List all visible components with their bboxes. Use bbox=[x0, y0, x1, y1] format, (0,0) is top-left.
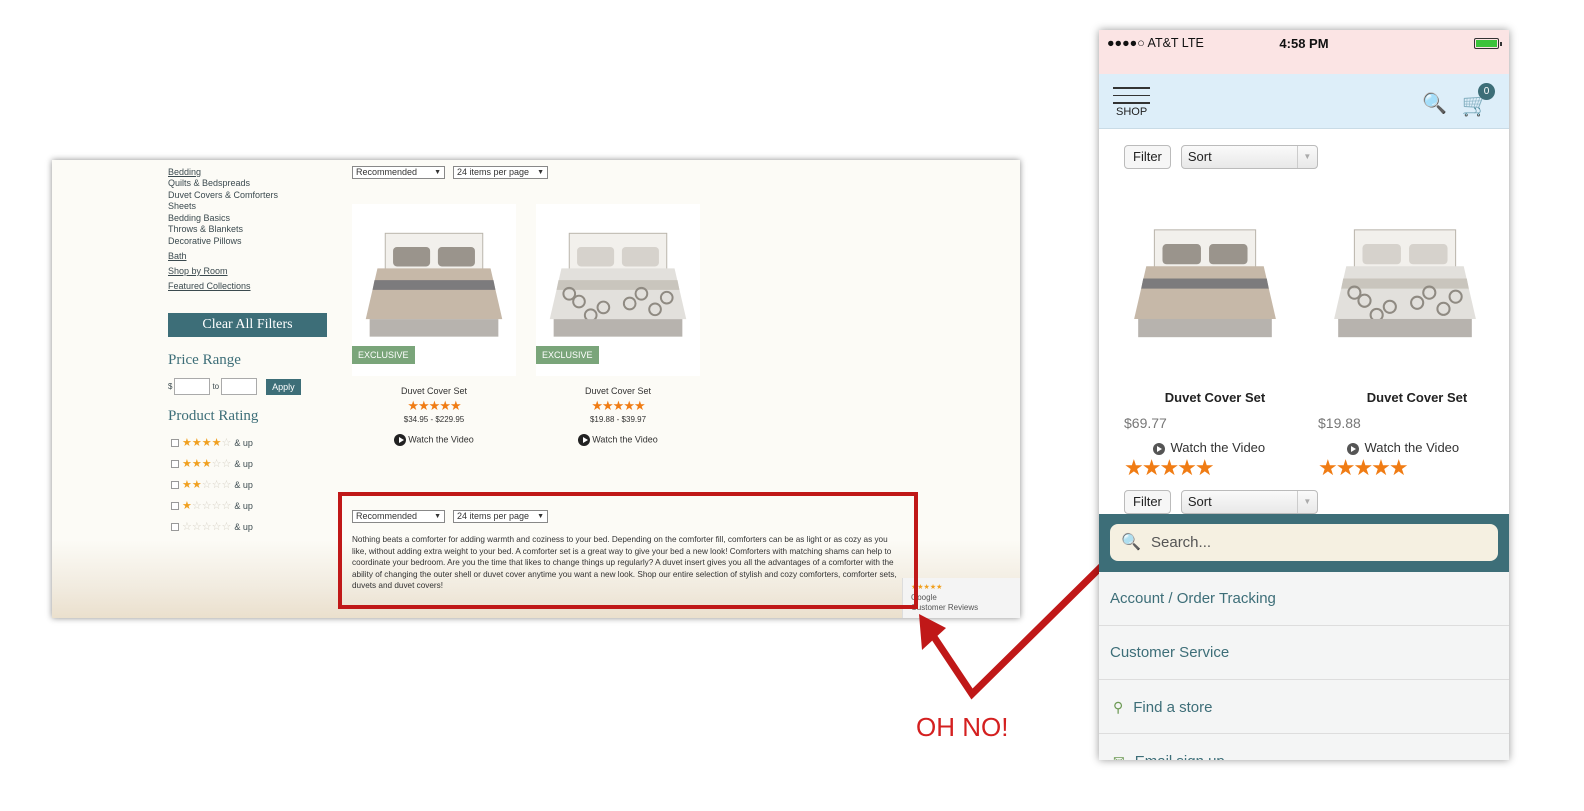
search-placeholder: Search... bbox=[1151, 534, 1212, 551]
menu-item[interactable]: ⚲ Find a store bbox=[1099, 680, 1509, 734]
mobile-rating-stars-icon: ★★★★★ bbox=[1318, 455, 1409, 480]
battery-icon bbox=[1474, 38, 1502, 49]
mobile-watch-video-link[interactable]: Watch the Video bbox=[1109, 440, 1309, 455]
play-icon bbox=[1152, 442, 1165, 455]
menu-item-label: Email sign up bbox=[1135, 753, 1225, 760]
menu-item-label: Find a store bbox=[1133, 699, 1213, 716]
search-icon[interactable]: 🔍 bbox=[1422, 91, 1447, 116]
annotation-label: OH NO! bbox=[916, 712, 1009, 742]
mobile-watch-video-link[interactable]: Watch the Video bbox=[1303, 440, 1503, 455]
bed-product-image bbox=[1334, 229, 1476, 338]
watch-video-label: Watch the Video bbox=[1364, 440, 1460, 455]
sort-select-value: Sort bbox=[1187, 149, 1212, 164]
mobile-product-price: $69.77 bbox=[1124, 415, 1167, 431]
sort-select-value: Sort bbox=[1187, 494, 1212, 509]
menu-item-label: Customer Service bbox=[1110, 644, 1230, 661]
status-time: 4:58 PM bbox=[1279, 36, 1329, 51]
mobile-product-image[interactable] bbox=[1324, 220, 1486, 345]
map-pin-icon: ⚲ bbox=[1113, 699, 1124, 715]
shop-menu-label[interactable]: SHOP bbox=[1116, 106, 1147, 118]
menu-item[interactable]: ✉ Email sign up bbox=[1099, 734, 1509, 760]
menu-item-label: Account / Order Tracking bbox=[1110, 590, 1276, 607]
dropdown-arrow-icon: ▼ bbox=[1296, 146, 1317, 168]
sticky-sort-select[interactable]: Sort ▼ bbox=[1180, 490, 1318, 514]
mobile-product-price: $19.88 bbox=[1318, 415, 1361, 431]
sticky-filter-button[interactable]: Filter bbox=[1124, 490, 1171, 514]
search-icon: 🔍 bbox=[1121, 534, 1141, 551]
sort-select[interactable]: Sort ▼ bbox=[1180, 145, 1318, 169]
dropdown-arrow-icon: ▼ bbox=[1296, 491, 1317, 513]
mobile-screenshot: ●●●●○ AT&T LTE 4:58 PM SHOP 🔍 🛒 0 Filter… bbox=[1099, 30, 1509, 760]
mobile-product-name[interactable]: Duvet Cover Set bbox=[1115, 390, 1315, 405]
menu-search-input[interactable]: 🔍 Search... bbox=[1110, 524, 1498, 561]
watch-video-label: Watch the Video bbox=[1170, 440, 1266, 455]
mobile-product-name[interactable]: Duvet Cover Set bbox=[1317, 390, 1509, 405]
menu-search-bar: 🔍 Search... bbox=[1099, 514, 1509, 572]
cart-count-badge: 0 bbox=[1478, 83, 1495, 100]
bed-product-image bbox=[1134, 229, 1276, 338]
mobile-rating-stars-icon: ★★★★★ bbox=[1124, 455, 1215, 480]
mobile-header: SHOP 🔍 🛒 0 bbox=[1099, 74, 1509, 129]
slide-out-menu: 🔍 Search... Account / Order Tracking Cust… bbox=[1099, 514, 1509, 760]
menu-item-list: Account / Order Tracking Customer Service… bbox=[1099, 572, 1509, 760]
envelope-icon: ✉ bbox=[1113, 753, 1125, 760]
menu-item[interactable]: Account / Order Tracking bbox=[1099, 572, 1509, 626]
filter-button[interactable]: Filter bbox=[1124, 145, 1171, 169]
menu-item[interactable]: Customer Service bbox=[1099, 626, 1509, 680]
sticky-filter-sort-bar: Filter Sort ▼ bbox=[1124, 490, 1318, 514]
filter-sort-bar: Filter Sort ▼ bbox=[1124, 145, 1318, 169]
status-bar: ●●●●○ AT&T LTE 4:58 PM bbox=[1099, 30, 1509, 74]
play-icon bbox=[1346, 442, 1359, 455]
mobile-product-image[interactable] bbox=[1124, 220, 1286, 345]
